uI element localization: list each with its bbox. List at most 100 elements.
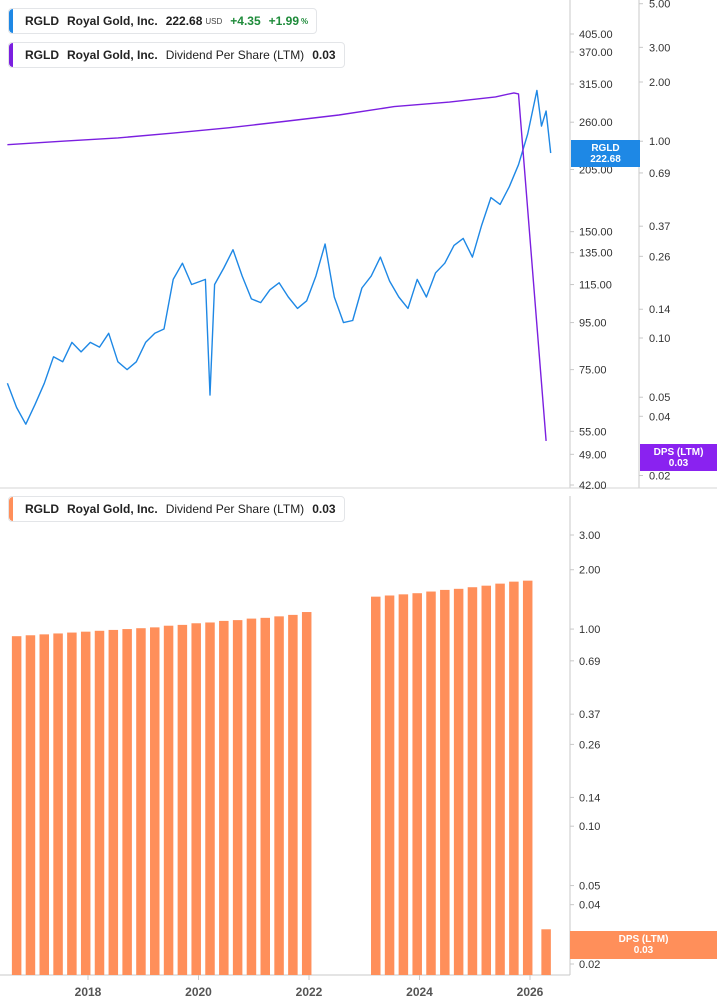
price-axis-tick-label: 135.00 xyxy=(579,248,613,260)
dps-bar xyxy=(219,620,229,975)
bar-axis-tick-label: 0.02 xyxy=(579,959,600,971)
dps-axis-tag-bottom: DPS (LTM) 0.03 xyxy=(570,931,717,959)
dps-axis-tick-label: 3.00 xyxy=(649,42,670,54)
dps-bar xyxy=(122,629,132,975)
price-tag-label: RGLD xyxy=(591,142,620,154)
price-axis-tick-label: 95.00 xyxy=(579,318,607,330)
price-axis-tick-label: 42.00 xyxy=(579,480,607,492)
dps-tag-label: DPS (LTM) xyxy=(618,934,669,945)
legend-currency: USD xyxy=(205,16,223,26)
time-axis-tick-label: 2022 xyxy=(296,985,323,999)
legend-symbol: RGLD xyxy=(25,14,59,28)
dps-axis-tick-label: 0.14 xyxy=(649,304,670,316)
dps-bar xyxy=(191,623,201,975)
bar-axis-tick-label: 0.10 xyxy=(579,821,600,833)
dps-bar xyxy=(509,581,519,975)
dps-bar xyxy=(274,616,284,975)
bar-axis-tick-label: 2.00 xyxy=(579,565,600,577)
legend-price-color xyxy=(9,9,13,33)
dps-bar xyxy=(108,629,119,975)
dps-bar xyxy=(67,632,77,975)
legend-price-value: 222.68 xyxy=(165,14,203,28)
dps-bar xyxy=(11,636,22,975)
price-axis-tick-label: 75.00 xyxy=(579,365,607,377)
legend-value: 0.03 xyxy=(312,48,336,62)
dps-tag-value: 0.03 xyxy=(668,457,689,469)
dps-bar xyxy=(80,631,91,975)
dps-tag-value: 0.03 xyxy=(633,945,654,956)
time-axis-tick-label: 2024 xyxy=(406,985,433,999)
dps-bar xyxy=(440,589,450,975)
dps-axis-tick-label: 0.05 xyxy=(649,392,670,404)
dps-axis-tick-label: 0.02 xyxy=(649,471,670,483)
dps-axis-tick-label: 0.04 xyxy=(649,411,670,423)
dps-bar xyxy=(481,585,492,975)
legend-company: Royal Gold, Inc. xyxy=(67,502,158,516)
bar-axis-tick-label: 0.14 xyxy=(579,792,600,804)
legend-dps-bars[interactable]: RGLD Royal Gold, Inc. Dividend Per Share… xyxy=(8,496,345,522)
dps-axis-tick-label: 5.00 xyxy=(649,0,670,11)
legend-metric: Dividend Per Share (LTM) xyxy=(165,502,305,516)
dps-bar xyxy=(426,591,436,975)
price-axis-tick-label: 49.00 xyxy=(579,449,607,461)
dps-bar xyxy=(246,618,257,975)
price-axis-tick-label: 55.00 xyxy=(579,426,607,438)
bar-axis-tick-label: 0.37 xyxy=(579,709,600,721)
legend-symbol: RGLD xyxy=(25,502,59,516)
legend-value: 0.03 xyxy=(312,502,336,516)
dps-bar xyxy=(232,620,243,975)
dps-axis-tick-label: 0.69 xyxy=(649,168,670,180)
dps-bar xyxy=(150,627,160,975)
price-axis-tick-label: 115.00 xyxy=(579,280,612,292)
legend-change: +4.35 xyxy=(230,14,261,28)
dps-bar xyxy=(39,634,50,975)
dps-bar xyxy=(371,596,381,975)
price-tag-value: 222.68 xyxy=(590,153,621,165)
dps-bar xyxy=(522,580,533,975)
legend-company: Royal Gold, Inc. xyxy=(67,14,158,28)
time-axis-tick-label: 2020 xyxy=(185,985,212,999)
dps-bar xyxy=(136,628,146,975)
dps-bar xyxy=(541,929,551,975)
legend-symbol: RGLD xyxy=(25,48,59,62)
bar-axis-tick-label: 1.00 xyxy=(579,624,600,636)
bar-axis-tick-label: 3.00 xyxy=(579,530,600,542)
dps-bar xyxy=(53,633,63,975)
dps-bar xyxy=(301,612,312,975)
dps-bar xyxy=(177,624,188,975)
dps-axis-tick-label: 0.37 xyxy=(649,221,670,233)
dps-bar xyxy=(288,614,298,975)
price-series-line xyxy=(6,89,552,425)
price-axis-tick-label: 370.00 xyxy=(579,47,613,59)
dps-bar xyxy=(205,622,215,975)
dps-bar xyxy=(398,594,409,975)
price-axis-tick-label: 260.00 xyxy=(579,117,613,129)
dps-axis-tick-label: 0.10 xyxy=(649,333,670,345)
legend-dps-line-color xyxy=(9,43,13,67)
legend-change-pct: +1.99 xyxy=(268,14,300,28)
dps-bar xyxy=(384,595,395,975)
dps-bar xyxy=(25,635,36,975)
bar-axis-tick-label: 0.05 xyxy=(579,881,600,893)
dps-bar xyxy=(412,593,422,975)
legend-dps-line[interactable]: RGLD Royal Gold, Inc. Dividend Per Share… xyxy=(8,42,345,68)
bar-axis-tick-label: 0.26 xyxy=(579,739,600,751)
dps-axis-tick-label: 0.26 xyxy=(649,251,670,263)
dps-axis-tick-label: 1.00 xyxy=(649,136,670,148)
legend-price[interactable]: RGLD Royal Gold, Inc. 222.68 USD +4.35 +… xyxy=(8,8,318,34)
bar-axis-tick-label: 0.69 xyxy=(579,656,600,668)
dps-tag-label: DPS (LTM) xyxy=(653,446,704,458)
dps-bar xyxy=(495,583,505,975)
dps-bar xyxy=(94,630,105,975)
price-axis-tick-label: 405.00 xyxy=(579,29,613,41)
legend-pct-sign: % xyxy=(301,16,309,26)
dps-axis-tick-label: 2.00 xyxy=(649,77,670,89)
price-axis-tag: RGLD 222.68 xyxy=(571,140,640,167)
price-axis-tick-label: 150.00 xyxy=(579,227,613,239)
dps-bar xyxy=(467,587,478,975)
dps-bar xyxy=(163,625,174,975)
dps-series-line xyxy=(7,92,547,441)
bar-axis-tick-label: 0.04 xyxy=(579,900,600,912)
legend-metric: Dividend Per Share (LTM) xyxy=(165,48,305,62)
time-axis-tick-label: 2018 xyxy=(75,985,102,999)
